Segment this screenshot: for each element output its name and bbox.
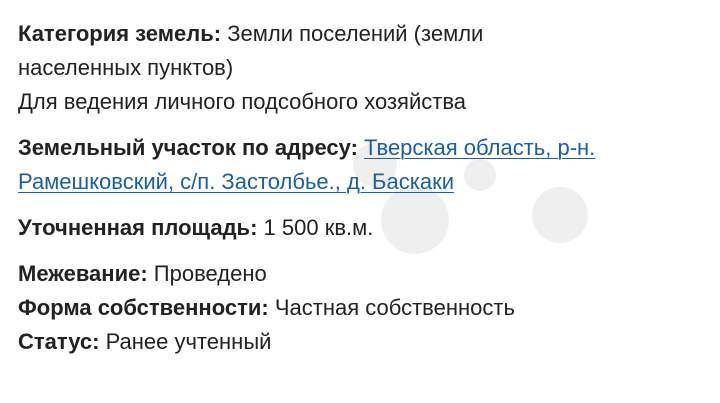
land-category-value-cont: населенных пунктов) bbox=[18, 55, 234, 80]
listing-details: Категория земель: Земли поселений (земли… bbox=[18, 17, 708, 359]
ownership-row: Форма собственности: Частная собственнос… bbox=[18, 291, 708, 325]
land-category-value: Земли поселений (земли bbox=[227, 21, 484, 46]
land-category-section: Категория земель: Земли поселений (земли… bbox=[18, 17, 708, 119]
area-label: Уточненная площадь: bbox=[18, 215, 258, 240]
survey-value: Проведено bbox=[153, 261, 267, 286]
status-row: Статус: Ранее учтенный bbox=[18, 325, 708, 359]
address-label: Земельный участок по адресу: bbox=[18, 135, 358, 160]
status-value: Ранее учтенный bbox=[105, 329, 272, 354]
ownership-label: Форма собственности: bbox=[18, 295, 269, 320]
land-usage: Для ведения личного подсобного хозяйства bbox=[18, 89, 466, 114]
address-section: Земельный участок по адресу: Тверская об… bbox=[18, 131, 708, 199]
land-category-row: Категория земель: Земли поселений (земли bbox=[18, 17, 708, 51]
survey-label: Межевание: bbox=[18, 261, 148, 286]
area-value: 1 500 кв.м. bbox=[263, 215, 374, 240]
survey-row: Межевание: Проведено bbox=[18, 257, 708, 291]
status-label: Статус: bbox=[18, 329, 100, 354]
attributes-section: Межевание: Проведено Форма собственности… bbox=[18, 257, 708, 359]
address-row: Земельный участок по адресу: Тверская об… bbox=[18, 131, 708, 165]
address-link[interactable]: Тверская область, р-н. bbox=[364, 135, 595, 160]
land-category-label: Категория земель: bbox=[18, 21, 222, 46]
area-section: Уточненная площадь: 1 500 кв.м. bbox=[18, 211, 708, 245]
address-link-cont[interactable]: Рамешковский, с/п. Застолбье., д. Баскак… bbox=[18, 169, 454, 194]
ownership-value: Частная собственность bbox=[274, 295, 515, 320]
